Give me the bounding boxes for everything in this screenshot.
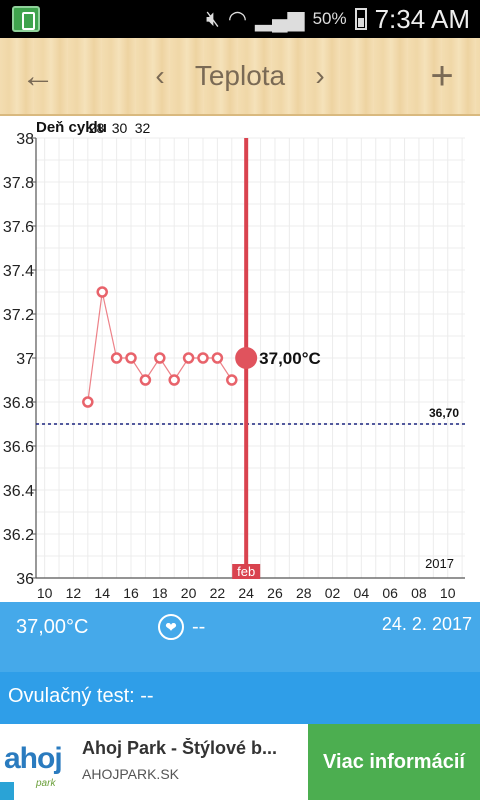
x-tick-label: 04: [354, 585, 370, 601]
ad-choices-icon[interactable]: [0, 782, 14, 800]
y-tick-label: 36.4: [3, 483, 34, 500]
x-tick-label: 26: [267, 585, 283, 601]
top-bar: ← ‹ Teplota › +: [0, 38, 480, 116]
temperature-point: [182, 352, 195, 364]
y-tick-label: 37.2: [3, 307, 34, 324]
ad-logo-text: ahoj: [4, 742, 63, 775]
y-tick-label: 36: [16, 571, 34, 588]
signal-icon: ▂▄▆: [255, 6, 305, 31]
y-tick-label: 37.6: [3, 219, 34, 236]
y-tick-label: 36.6: [3, 439, 34, 456]
temperature-chart[interactable]: 36 36.2 36.4 36.6 36.8 37 37.2 37.4 37.6 37.8 38 10…: [0, 116, 480, 602]
add-icon[interactable]: +: [412, 38, 472, 114]
y-tick-label: 37.4: [3, 263, 34, 280]
y-tick-label: 36.8: [3, 395, 34, 412]
temperature-point: [96, 286, 108, 298]
x-tick-label: 12: [66, 585, 82, 601]
cover-line-label: 36,70: [429, 406, 459, 420]
next-chevron-icon[interactable]: ›: [300, 38, 340, 114]
y-tick-label: 36.2: [3, 527, 34, 544]
y-tick-label: 37: [16, 351, 34, 368]
x-tick-label: 10: [37, 585, 53, 601]
x-tick-label: 28: [296, 585, 312, 601]
temperature-point: [110, 352, 123, 364]
previous-chevron-icon[interactable]: ‹: [140, 38, 180, 114]
x-tick-label: 08: [411, 585, 427, 601]
ad-url[interactable]: AHOJPARK.SK: [82, 766, 179, 782]
temperature-point: [226, 374, 238, 386]
temperature-point: [197, 352, 209, 364]
info-panel: 37,00°C ❤ -- 24. 2. 2017: [0, 602, 480, 672]
cycle-day-tick: 30: [112, 120, 128, 136]
clock: 7:34 AM: [374, 3, 470, 34]
y-tick-label: 38: [16, 131, 34, 148]
temperature-point: [168, 374, 180, 386]
heart-icon[interactable]: ❤: [158, 614, 184, 640]
ad-title[interactable]: Ahoj Park - Štýlové b...: [82, 738, 302, 759]
x-tick-label: 14: [94, 585, 110, 601]
today-marker-label: feb: [237, 564, 255, 579]
ad-banner[interactable]: ahoj park Ahoj Park - Štýlové b... AHOJP…: [0, 724, 480, 800]
heart-value: --: [192, 616, 206, 638]
year-label: 2017: [425, 556, 454, 571]
y-tick-label: 37.8: [3, 175, 34, 192]
status-bar: 🔇︎ ◠ ▂▄▆ 50% 7:34 AM: [0, 0, 480, 38]
status-icons: 🔇︎ ◠ ▂▄▆ 50% 7:34 AM: [206, 0, 470, 38]
temperature-point: [125, 352, 137, 364]
x-tick-label: 16: [123, 585, 139, 601]
x-tick-label: 10: [440, 585, 456, 601]
app-screen: 🔇︎ ◠ ▂▄▆ 50% 7:34 AM ← ‹ Teplota › + 36 3…: [0, 0, 480, 800]
ad-logo-sub: park: [36, 778, 56, 789]
temperature-point: [154, 352, 166, 364]
x-tick-label: 18: [152, 585, 168, 601]
temperature-point: [211, 352, 224, 364]
app-notification-icon: [12, 6, 40, 32]
ovulation-test-row[interactable]: Ovulačný test: --: [0, 672, 480, 724]
cycle-day-tick: 32: [135, 120, 151, 136]
current-temperature-label: 37,00°C: [259, 349, 321, 368]
x-tick-label: 24: [238, 585, 254, 601]
temperature-point: [139, 374, 152, 386]
battery-icon: [354, 8, 367, 30]
battery-percent: 50%: [312, 9, 347, 28]
current-temperature-point: [235, 347, 258, 369]
page-title: Teplota: [194, 60, 286, 91]
ovulation-test-label: Ovulačný test: --: [8, 685, 154, 707]
wifi-icon: ◠: [227, 6, 248, 31]
mute-icon: 🔇︎: [206, 6, 220, 31]
chart-svg: 36 36.2 36.4 36.6 36.8 37 37.2 37.4 37.6 37.8 38 10…: [3, 119, 465, 601]
temperature-point: [82, 396, 94, 408]
x-tick-label: 20: [181, 585, 197, 601]
x-tick-label: 06: [382, 585, 398, 601]
x-tick-label: 22: [210, 585, 226, 601]
cycle-day-tick: 28: [89, 120, 105, 136]
back-arrow-icon[interactable]: ←: [8, 38, 68, 114]
ad-cta-button[interactable]: Viac informácií: [308, 724, 480, 800]
selected-date: 24. 2. 2017: [381, 614, 472, 634]
selected-temperature: 37,00°C: [16, 616, 89, 638]
x-tick-label: 02: [325, 585, 341, 601]
